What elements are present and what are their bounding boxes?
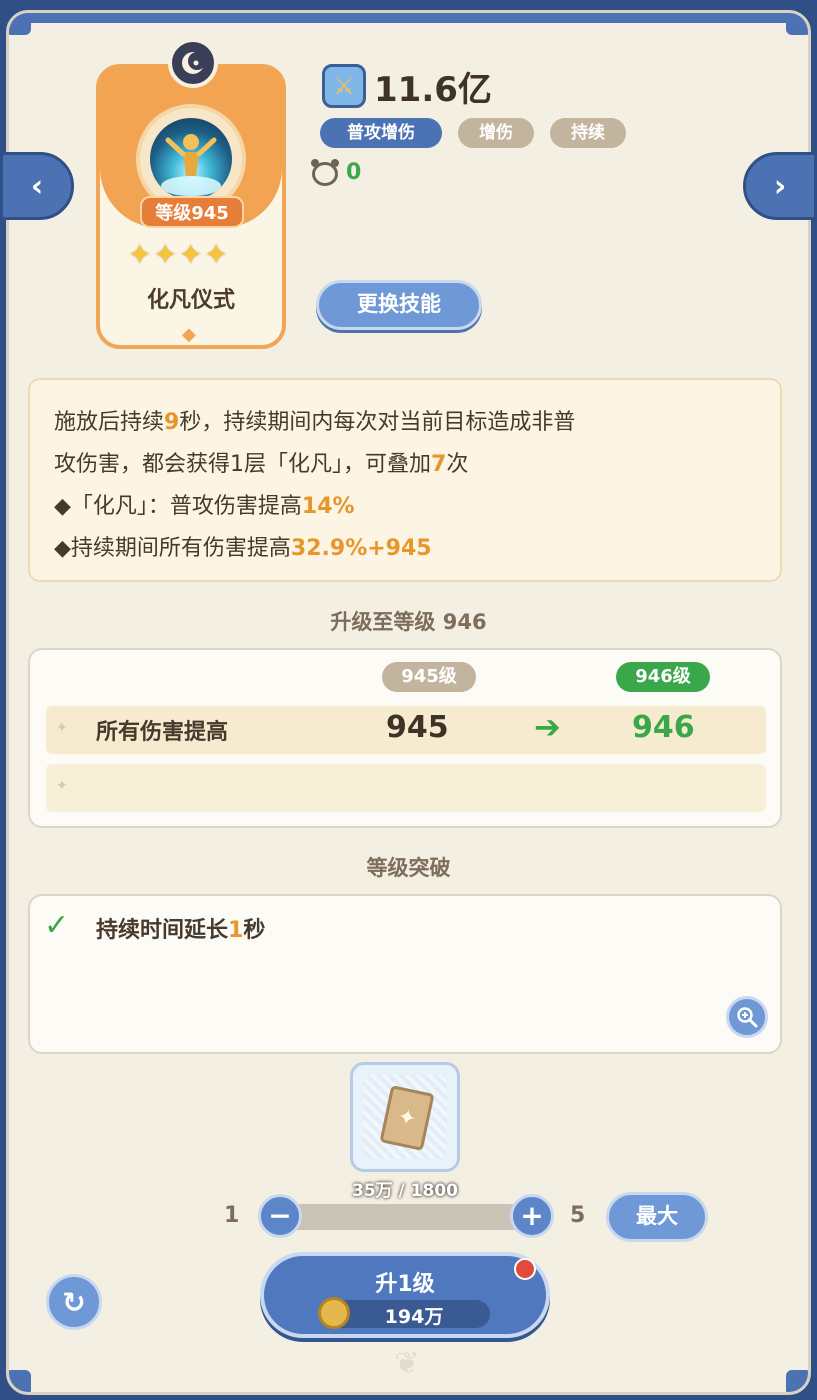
alarm-clock-icon xyxy=(311,159,339,186)
coin-icon xyxy=(318,1297,350,1329)
upgrade-table: 945级 946级 ✦ 所有伤害提高 945 ➔ 946 ✦ xyxy=(28,648,782,828)
prev-skill-button[interactable]: ‹ xyxy=(0,152,74,220)
chevron-right-icon: › xyxy=(773,168,787,204)
star-icon: ✦ xyxy=(128,238,152,271)
reset-button[interactable]: ↻ xyxy=(46,1274,102,1330)
quantity-slider[interactable] xyxy=(276,1204,536,1230)
breakthrough-title: 等级突破 xyxy=(366,856,451,880)
cost-pill: 194万 xyxy=(318,1297,490,1329)
magnifier-icon xyxy=(737,1007,758,1028)
description-line: 攻伤害，都会获得1层「化凡」，可叠加7次 xyxy=(54,452,469,477)
row-new-value: 946 xyxy=(632,710,695,745)
next-skill-button[interactable]: › xyxy=(743,152,817,220)
zoom-in-button[interactable] xyxy=(726,996,768,1038)
chevron-left-icon: ‹ xyxy=(30,168,44,204)
upgrade-button-label: 升1级 xyxy=(375,1272,435,1297)
description-line: 施放后持续9秒，持续期间内每次对当前目标造成非普 xyxy=(54,410,576,435)
breakthrough-text: 持续时间延长1秒 xyxy=(96,918,266,943)
decrease-button[interactable]: − xyxy=(258,1194,302,1238)
cooldown-value: 0 xyxy=(346,160,362,185)
tag-normal-attack-boost: 普攻增伤 xyxy=(320,118,442,148)
panel-top-border xyxy=(9,13,808,23)
star-icon: ✦ xyxy=(178,238,203,271)
description-line: ◆持续期间所有伤害提高32.9%+945 xyxy=(54,536,432,561)
material-icon-bg: ✦ xyxy=(363,1075,447,1159)
star-rating: ✦ ✦ ✦ ✦ xyxy=(128,240,228,270)
skill-description: 施放后持续9秒，持续期间内每次对当前目标造成非普 攻伤害，都会获得1层「化凡」，… xyxy=(28,378,782,582)
material-count: 35万 / 1800 xyxy=(351,1181,459,1201)
upgrade-button[interactable]: 升1级 194万 xyxy=(260,1252,550,1338)
row-bullet-icon: ✦ xyxy=(56,720,68,736)
sword-shield-icon: ⚔ xyxy=(322,64,366,108)
table-row: ✦ 所有伤害提高 945 ➔ 946 xyxy=(46,706,766,754)
increase-button[interactable]: + xyxy=(510,1194,554,1238)
row-old-value: 945 xyxy=(386,710,449,745)
bottom-ornament-icon: ❦ xyxy=(394,1346,420,1381)
diamond-ornament-icon: ◆ xyxy=(182,324,196,345)
tag-duration: 持续 xyxy=(550,118,626,148)
star-icon: ✦ xyxy=(204,238,228,271)
checkmark-icon: ✓ xyxy=(44,908,70,943)
change-skill-button[interactable]: 更换技能 xyxy=(316,280,482,330)
corner-ornament xyxy=(9,1370,31,1392)
next-level-badge: 946级 xyxy=(616,662,710,692)
skill-name: 化凡仪式 xyxy=(146,288,235,313)
star-icon: ✦ xyxy=(153,238,177,271)
skill-book-icon: ✦ xyxy=(379,1085,435,1151)
description-line: ◆「化凡」：普攻伤害提高14% xyxy=(54,494,355,519)
stepper-min-label: 1 xyxy=(224,1203,240,1228)
row-bullet-icon: ✦ xyxy=(56,778,68,794)
material-slot[interactable]: ✦ xyxy=(350,1062,460,1172)
power-value: 11.6亿 xyxy=(374,70,492,110)
arrow-right-icon: ➔ xyxy=(534,708,561,746)
table-row-empty: ✦ xyxy=(46,764,766,812)
cost-value: 194万 xyxy=(384,1306,444,1328)
skill-level-badge: 等级945 xyxy=(140,196,244,228)
upgrade-title: 升级至等级 946 xyxy=(330,610,487,634)
current-level-badge: 945级 xyxy=(382,662,476,692)
tag-damage-boost: 增伤 xyxy=(458,118,534,148)
row-label: 所有伤害提高 xyxy=(96,720,229,745)
skill-icon xyxy=(150,118,232,200)
skill-card[interactable]: 等级945 ✦ ✦ ✦ ✦ 化凡仪式 ◆ xyxy=(96,38,286,349)
corner-ornament xyxy=(9,13,31,35)
corner-ornament xyxy=(786,1370,808,1392)
moon-badge-icon xyxy=(168,38,218,88)
corner-ornament xyxy=(786,13,808,35)
refresh-icon: ↻ xyxy=(62,1285,86,1319)
stepper-max-label: 5 xyxy=(570,1203,586,1228)
notification-dot xyxy=(514,1258,536,1280)
max-button[interactable]: 最大 xyxy=(606,1192,708,1242)
breakthrough-box: ✓ 持续时间延长1秒 xyxy=(28,894,782,1054)
